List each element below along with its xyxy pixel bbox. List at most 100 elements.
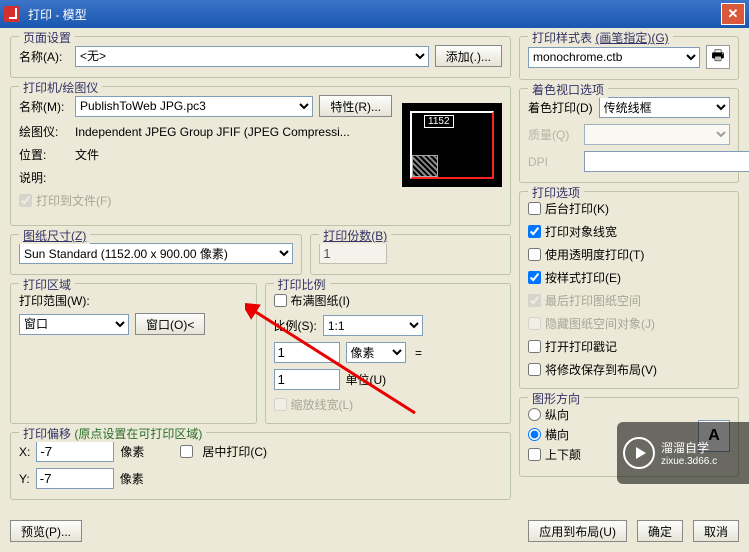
opt-hide-paperspace-checkbox <box>528 317 541 330</box>
landscape-radio[interactable] <box>528 428 541 441</box>
watermark-line1: 溜溜自学 <box>661 439 717 456</box>
app-logo-icon <box>4 6 20 22</box>
window-title: 打印 - 模型 <box>28 6 721 23</box>
opt-stamp-checkbox[interactable] <box>528 340 541 353</box>
printer-legend: 打印机/绘图仪 <box>19 79 102 96</box>
opt-transparency-checkbox[interactable] <box>528 248 541 261</box>
opt-save-layout-checkbox[interactable] <box>528 363 541 376</box>
ok-button[interactable]: 确定 <box>637 520 683 542</box>
opt-paperspace-last-checkbox <box>528 294 541 307</box>
viewport-legend: 着色视口选项 <box>528 81 608 98</box>
scale-unit2-label: 单位(U) <box>346 371 387 388</box>
close-button[interactable]: ✕ <box>721 3 745 25</box>
paper-size-legend: 图纸尺寸(Z) <box>23 229 86 243</box>
page-setup-group: 页面设置 名称(A): <无> 添加(.)... <box>10 36 511 78</box>
button-bar: 预览(P)... 应用到布局(U) 确定 取消 <box>0 516 749 552</box>
plot-style-legend: 打印样式表 <box>532 31 592 45</box>
orientation-legend: 图形方向 <box>528 390 584 407</box>
portrait-label: 纵向 <box>545 406 569 423</box>
page-name-select[interactable]: <无> <box>75 46 429 67</box>
offset-legend: 打印偏移 <box>23 427 71 441</box>
landscape-label: 横向 <box>545 426 569 443</box>
scale-unit1-select[interactable]: 像素 <box>346 342 406 363</box>
print-area-legend: 打印区域 <box>19 276 75 293</box>
center-print-checkbox[interactable] <box>180 445 193 458</box>
offset-x-input[interactable] <box>36 441 114 462</box>
offset-y-unit: 像素 <box>120 470 144 487</box>
portrait-radio[interactable] <box>528 408 541 421</box>
plot-style-select[interactable]: monochrome.ctb <box>528 47 700 68</box>
paper-preview: 1152 <box>402 103 502 187</box>
window-button[interactable]: 窗口(O)< <box>135 313 205 335</box>
shade-print-select[interactable]: 传统线框 <box>599 97 730 118</box>
apply-to-layout-button[interactable]: 应用到布局(U) <box>528 520 627 542</box>
plot-style-group: 打印样式表 (画笔指定)(G) monochrome.ctb 🖶 <box>519 36 739 80</box>
opt-save-layout-label: 将修改保存到布局(V) <box>545 361 657 378</box>
dpi-label: DPI <box>528 155 578 169</box>
properties-button[interactable]: 特性(R)... <box>319 95 392 117</box>
printer-name-label: 名称(M): <box>19 98 69 115</box>
opt-lineweight-checkbox[interactable] <box>528 225 541 238</box>
offset-group: 打印偏移 (原点设置在可打印区域) X: 像素 居中打印(C) Y: 像素 <box>10 432 511 500</box>
scale-equals: = <box>412 346 426 360</box>
scale-lineweight-label: 缩放线宽(L) <box>291 396 354 413</box>
plotter-value: Independent JPEG Group JFIF (JPEG Compre… <box>75 125 350 139</box>
copies-legend: 打印份数(B) <box>323 229 387 243</box>
opt-bystyle-checkbox[interactable] <box>528 271 541 284</box>
printer-name-select[interactable]: PublishToWeb JPG.pc3 <box>75 96 313 117</box>
plotter-label: 绘图仪: <box>19 123 69 140</box>
opt-paperspace-last-label: 最后打印图纸空间 <box>545 292 641 309</box>
title-bar: 打印 - 模型 ✕ <box>0 0 749 28</box>
scale-group: 打印比例 布满图纸(I) 比例(S): 1:1 像素 = <box>265 283 512 424</box>
scale-select[interactable]: 1:1 <box>323 315 423 336</box>
offset-y-label: Y: <box>19 472 30 486</box>
location-value: 文件 <box>75 146 99 163</box>
upside-label: 上下颠 <box>545 446 581 463</box>
printer-group: 打印机/绘图仪 名称(M): PublishToWeb JPG.pc3 特性(R… <box>10 86 511 226</box>
paper-size-select[interactable]: Sun Standard (1152.00 x 900.00 像素) <box>19 243 293 264</box>
viewport-group: 着色视口选项 着色打印(D) 传统线框 质量(Q) DPI <box>519 88 739 183</box>
scale-unit2-input[interactable] <box>274 369 340 390</box>
cancel-button[interactable]: 取消 <box>693 520 739 542</box>
fit-to-paper-checkbox[interactable] <box>274 294 287 307</box>
play-icon <box>623 437 655 469</box>
opt-stamp-label: 打开打印戳记 <box>545 338 617 355</box>
print-to-file-label: 打印到文件(F) <box>36 192 111 209</box>
opt-transparency-label: 使用透明度打印(T) <box>545 246 644 263</box>
copies-group: 打印份数(B) <box>310 234 511 275</box>
opt-hide-paperspace-label: 隐藏图纸空间对象(J) <box>545 315 655 332</box>
offset-y-input[interactable] <box>36 468 114 489</box>
page-setup-legend: 页面设置 <box>19 29 75 46</box>
plot-style-legend-b: (画笔指定)(G) <box>595 31 668 45</box>
add-button[interactable]: 添加(.)... <box>435 45 502 67</box>
shade-print-label: 着色打印(D) <box>528 99 593 116</box>
scale-legend: 打印比例 <box>274 276 330 293</box>
scale-label: 比例(S): <box>274 317 317 334</box>
preview-button[interactable]: 预览(P)... <box>10 520 82 542</box>
offset-x-label: X: <box>19 445 30 459</box>
preview-dim-label: 1152 <box>424 115 454 128</box>
quality-label: 质量(Q) <box>528 126 578 143</box>
offset-hint: (原点设置在可打印区域) <box>74 427 202 441</box>
dpi-input <box>584 151 749 172</box>
scale-lineweight-checkbox <box>274 398 287 411</box>
watermark-overlay: 溜溜自学 zixue.3d66.c <box>617 422 749 484</box>
scale-unit1-input[interactable] <box>274 342 340 363</box>
opt-bystyle-label: 按样式打印(E) <box>545 269 621 286</box>
offset-x-unit: 像素 <box>120 443 144 460</box>
opt-lineweight-label: 打印对象线宽 <box>545 223 617 240</box>
plot-style-edit-button[interactable]: 🖶 <box>706 45 730 69</box>
opt-background-checkbox[interactable] <box>528 202 541 215</box>
page-name-label: 名称(A): <box>19 48 69 65</box>
watermark-line2: zixue.3d66.c <box>661 456 717 467</box>
print-area-group: 打印区域 打印范围(W): 窗口 窗口(O)< <box>10 283 257 424</box>
print-options-group: 打印选项 后台打印(K) 打印对象线宽 使用透明度打印(T) 按样式打印(E) … <box>519 191 739 389</box>
upside-checkbox[interactable] <box>528 448 541 461</box>
print-to-file-checkbox <box>19 194 32 207</box>
description-label: 说明: <box>19 169 69 186</box>
copies-input[interactable] <box>319 243 387 264</box>
opt-background-label: 后台打印(K) <box>545 200 609 217</box>
print-range-select[interactable]: 窗口 <box>19 314 129 335</box>
location-label: 位置: <box>19 146 69 163</box>
paper-size-group: 图纸尺寸(Z) Sun Standard (1152.00 x 900.00 像… <box>10 234 302 275</box>
